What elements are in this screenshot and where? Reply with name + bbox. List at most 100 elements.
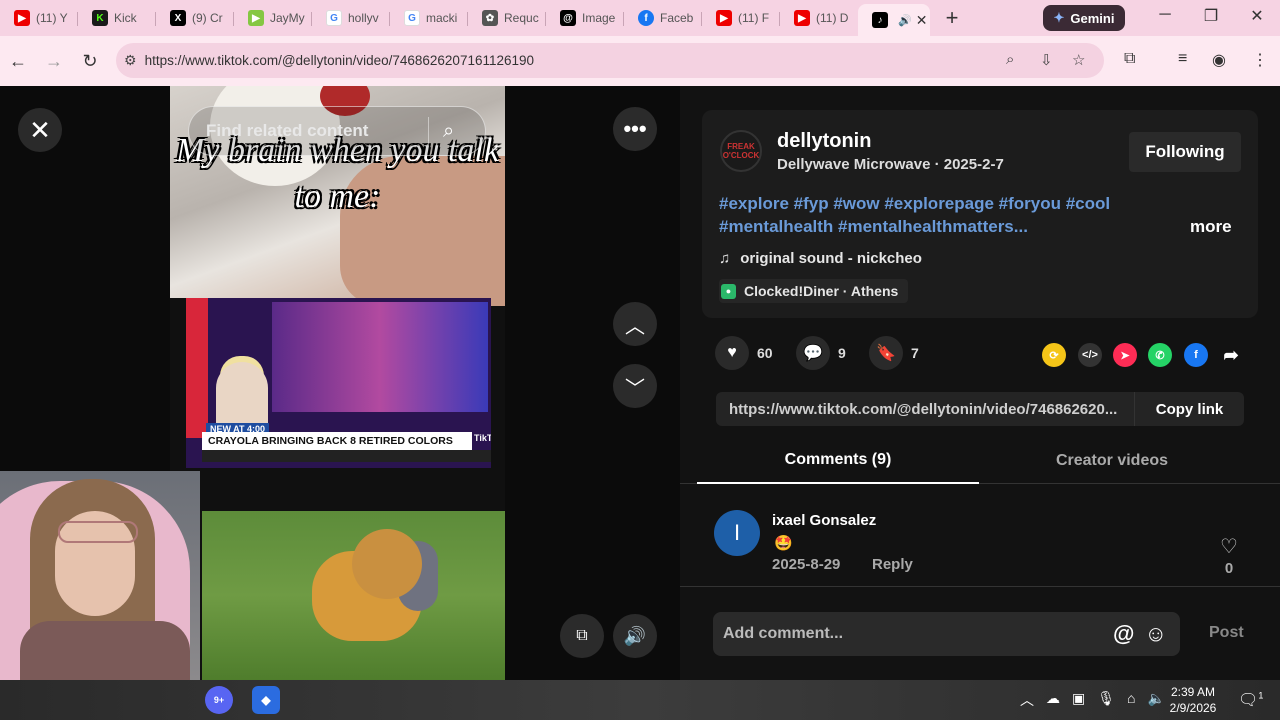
repost-icon[interactable]: ⟳ (1042, 343, 1066, 367)
zoom-icon[interactable]: ⌕ (1006, 51, 1014, 68)
save-stat[interactable]: 🔖 7 (869, 336, 919, 370)
comment-input[interactable]: Add comment... @ ☺ (713, 612, 1180, 656)
google-icon: G (326, 10, 342, 26)
new-tab-button[interactable]: + (934, 4, 970, 32)
url-text[interactable]: https://www.tiktok.com/@dellytonin/video… (145, 53, 534, 68)
music-note-icon: ♫ (719, 250, 731, 267)
following-button[interactable]: Following (1129, 132, 1241, 172)
gemini-icon: ✦ (1053, 10, 1065, 25)
tab-label: macki (426, 11, 458, 25)
pip-button[interactable]: ⧉ (560, 614, 604, 658)
taskbar-clock[interactable]: 2:39 AM 2/9/2026 (1165, 684, 1221, 716)
mention-icon[interactable]: @ (1113, 621, 1134, 647)
close-tab-icon[interactable]: ✕ (916, 12, 928, 29)
reply-button[interactable]: Reply (872, 556, 913, 573)
back-icon[interactable]: ← (0, 43, 36, 79)
browser-tab[interactable]: ✿ Requc (468, 4, 546, 32)
browser-tab[interactable]: f Faceb (624, 4, 702, 32)
video-link[interactable]: https://www.tiktok.com/@dellytonin/video… (729, 401, 1129, 418)
discord-icon[interactable]: 9+ (205, 686, 233, 714)
embed-icon[interactable]: </> (1078, 343, 1102, 367)
extensions-icon[interactable]: ⧉ (1124, 50, 1135, 68)
onedrive-icon[interactable]: ☁ (1046, 690, 1060, 710)
tray-chevron-icon[interactable]: ︿ (1020, 690, 1034, 710)
post-hashtags[interactable]: #explore #fyp #wow #explorepage #foryou … (719, 192, 1159, 238)
browser-tab[interactable]: Ghollyv (312, 4, 390, 32)
browser-tab[interactable]: @ Image (546, 4, 624, 32)
address-bar[interactable]: ⚙ https://www.tiktok.com/@dellytonin/vid… (116, 43, 1104, 78)
device-icon[interactable]: ▣ (1072, 690, 1085, 710)
previous-video-button[interactable]: ︿ (613, 302, 657, 346)
close-video-button[interactable]: ✕ (18, 108, 62, 152)
media-controls-icon[interactable]: ≡ (1178, 50, 1187, 68)
search-icon[interactable]: ⌕ (443, 120, 454, 143)
find-related-search[interactable]: Find related content ⌕ (188, 106, 486, 156)
next-video-button[interactable]: ﹀ (613, 364, 657, 408)
tab-label: hollyv (348, 11, 379, 25)
emoji-icon[interactable]: ☺ (1144, 621, 1166, 647)
tiktok-watermark: TikTok (474, 433, 491, 443)
comment-count: 9 (838, 345, 846, 361)
video-player[interactable]: NEW AT 4:00 CRAYOLA BRINGING BACK 8 RETI… (170, 86, 505, 680)
browser-tab[interactable]: X (9) Cr (156, 4, 234, 32)
volume-tray-icon[interactable]: 🔈 (1147, 690, 1164, 710)
restore-icon[interactable]: ❐ (1196, 6, 1226, 26)
minimize-icon[interactable]: ─ (1150, 6, 1180, 24)
profile-icon[interactable]: ◉ (1212, 50, 1226, 70)
comment-heart-icon[interactable]: ♡ (1214, 534, 1244, 559)
commenter-name[interactable]: ixael Gonsalez (772, 512, 876, 529)
creator-subline: Dellywave Microwave · 2025-2-7 (777, 156, 1004, 173)
whatsapp-icon[interactable]: ✆ (1148, 343, 1172, 367)
forward-icon[interactable]: → (36, 43, 72, 79)
browser-tab[interactable]: Gmacki (390, 4, 468, 32)
sound-link[interactable]: ♫ original sound - nickcheo (719, 250, 922, 267)
creator-avatar[interactable]: FREAK O'CLOCK (720, 130, 762, 172)
browser-tab[interactable]: ▶ JayMy (234, 4, 312, 32)
browser-tab[interactable]: ▶ (11) F (702, 4, 780, 32)
news-clip: NEW AT 4:00 CRAYOLA BRINGING BACK 8 RETI… (186, 298, 491, 468)
comment-stat[interactable]: 💬 9 (796, 336, 846, 370)
bookmark-star-icon[interactable]: ☆ (1072, 51, 1085, 69)
tab-comments[interactable]: Comments (9) (697, 438, 979, 484)
reload-icon[interactable]: ↻ (72, 43, 108, 79)
more-options-button[interactable]: ••• (613, 107, 657, 151)
tab-label: Faceb (660, 11, 694, 25)
windows-taskbar: 9+ ◆ ︿ ☁ ▣ 🎙 ⌂ 🔈 2:39 AM 2/9/2026 🗨1 (0, 680, 1280, 720)
share-arrow-icon[interactable]: ➦ (1219, 343, 1243, 367)
news-ticker: CRAYOLA BRINGING BACK 8 RETIRED COLORS (202, 432, 472, 450)
network-icon[interactable]: ⌂ (1127, 690, 1135, 710)
comment-placeholder: Add comment... (723, 625, 844, 642)
commenter-avatar[interactable]: I (714, 510, 760, 556)
facebook-share-icon[interactable]: f (1184, 343, 1208, 367)
copy-link-button[interactable]: Copy link (1134, 392, 1244, 426)
location-tag[interactable]: ● Clocked!Diner · Athens (719, 279, 909, 303)
browser-tab[interactable]: ▶ (11) Y (0, 4, 78, 32)
microphone-icon[interactable]: 🎙 (1097, 690, 1115, 710)
openai-icon: ✿ (482, 10, 498, 26)
more-link[interactable]: more (1190, 217, 1232, 237)
gemini-button[interactable]: ✦ Gemini (1043, 5, 1125, 31)
threads-icon: @ (560, 10, 576, 26)
tab-label: JayMy (270, 11, 305, 25)
tab-creator-videos[interactable]: Creator videos (980, 438, 1244, 484)
send-icon[interactable]: ➤ (1113, 343, 1137, 367)
details-panel: FREAK O'CLOCK dellytonin Dellywave Micro… (680, 86, 1280, 680)
speaker-icon[interactable]: 🔊 (898, 14, 912, 27)
browser-tab-active[interactable]: ♪ 🔊 ✕ (858, 4, 930, 36)
site-settings-icon[interactable]: ⚙ (124, 52, 137, 69)
creator-username[interactable]: dellytonin (777, 130, 871, 153)
like-stat[interactable]: ♥ 60 (715, 336, 773, 370)
location-pin-icon: ● (721, 283, 736, 299)
close-window-icon[interactable]: ✕ (1242, 6, 1272, 26)
comment-date: 2025-8-29 (772, 556, 841, 573)
ellipsis-icon: ••• (623, 116, 647, 141)
browser-tab[interactable]: ▶ (11) D (780, 4, 858, 32)
menu-icon[interactable]: ⋮ (1252, 50, 1268, 70)
browser-tab[interactable]: K Kick (78, 4, 156, 32)
volume-button[interactable]: 🔊 (613, 614, 657, 658)
post-button[interactable]: Post (1209, 624, 1244, 642)
browser-tab-strip: ▶ (11) Y K Kick X (9) Cr ▶ JayMy Ghollyv Gma… (0, 0, 1280, 36)
roblox-icon[interactable]: ◆ (252, 686, 280, 714)
notification-icon[interactable]: 🗨1 (1238, 690, 1263, 710)
install-app-icon[interactable]: ⇩ (1040, 51, 1053, 69)
